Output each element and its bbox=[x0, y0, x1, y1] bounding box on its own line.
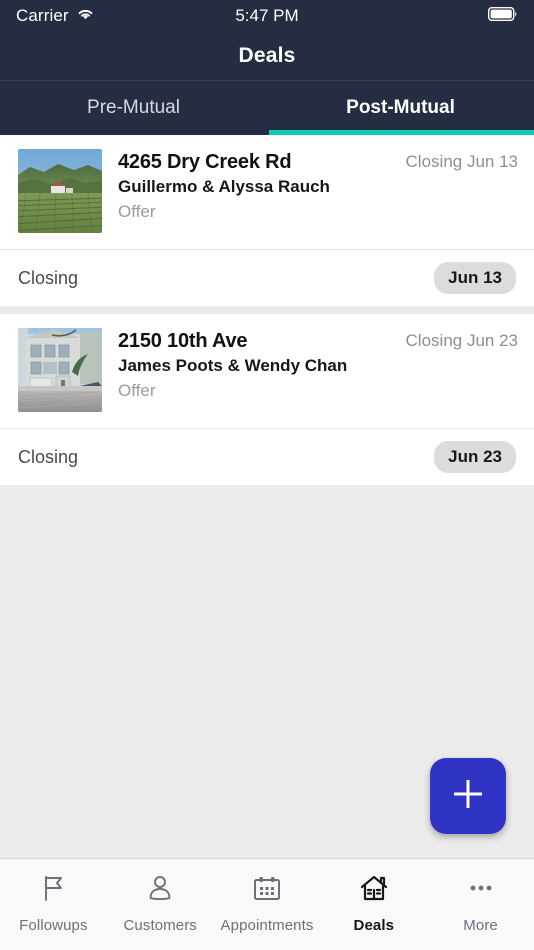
tab-post-mutual-label: Post-Mutual bbox=[346, 97, 455, 118]
closing-date-badge: Jun 13 bbox=[434, 262, 516, 294]
deal-details: 4265 Dry Creek Rd Guillermo & Alyssa Rau… bbox=[102, 149, 396, 224]
status-bar-clock: 5:47 PM bbox=[235, 6, 299, 25]
app-screen: Carrier 5:47 PM Deals Pre-Mutual Post-Mu… bbox=[0, 0, 534, 950]
nav-item-appointments[interactable]: Appointments bbox=[214, 871, 321, 934]
deal-clients: James Poots & Wendy Chan bbox=[118, 356, 348, 375]
deal-closing-summary: Closing Jun 13 bbox=[405, 152, 518, 171]
deal-clients: Guillermo & Alyssa Rauch bbox=[118, 177, 330, 196]
status-bar-left: Carrier bbox=[16, 6, 235, 26]
closing-label: Closing bbox=[18, 446, 79, 467]
deal-stage-tabs: Pre-Mutual Post-Mutual bbox=[0, 81, 534, 135]
deal-details: 2150 10th Ave James Poots & Wendy Chan O… bbox=[102, 328, 396, 403]
property-thumbnail bbox=[18, 328, 102, 412]
status-bar-right bbox=[299, 6, 518, 26]
status-bar: Carrier 5:47 PM bbox=[0, 0, 534, 32]
nav-item-customers[interactable]: Customers bbox=[107, 871, 214, 934]
calendar-icon bbox=[252, 871, 282, 905]
deals-list[interactable]: 4265 Dry Creek Rd Guillermo & Alyssa Rau… bbox=[0, 135, 534, 858]
tab-post-mutual[interactable]: Post-Mutual bbox=[267, 81, 534, 135]
page-title: Deals bbox=[238, 44, 296, 67]
add-deal-button[interactable] bbox=[430, 758, 506, 834]
street-view-house-photo bbox=[18, 328, 102, 412]
nav-label-customers: Customers bbox=[123, 917, 197, 934]
battery-full-icon bbox=[487, 6, 518, 26]
tab-pre-mutual-label: Pre-Mutual bbox=[87, 97, 180, 118]
nav-label-followups: Followups bbox=[19, 917, 88, 934]
deal-address: 4265 Dry Creek Rd bbox=[118, 151, 292, 173]
deal-row[interactable]: 4265 Dry Creek Rd Guillermo & Alyssa Rau… bbox=[0, 135, 534, 249]
flag-icon bbox=[38, 871, 68, 905]
deal-card: 2150 10th Ave James Poots & Wendy Chan O… bbox=[0, 314, 534, 485]
navigation-bar: Deals bbox=[0, 32, 534, 81]
nav-item-deals[interactable]: Deals bbox=[320, 871, 427, 934]
tab-pre-mutual[interactable]: Pre-Mutual bbox=[0, 81, 267, 135]
nav-label-appointments: Appointments bbox=[220, 917, 314, 934]
nav-label-more: More bbox=[463, 917, 498, 934]
deal-card: 4265 Dry Creek Rd Guillermo & Alyssa Rau… bbox=[0, 135, 534, 306]
bottom-navigation-bar: Followups Customers Appointments Deals M… bbox=[0, 858, 534, 950]
deal-closing-summary: Closing Jun 23 bbox=[405, 331, 518, 350]
deal-row[interactable]: 2150 10th Ave James Poots & Wendy Chan O… bbox=[0, 314, 534, 428]
carrier-label: Carrier bbox=[16, 6, 69, 25]
wifi-icon bbox=[76, 7, 95, 26]
deal-stage: Offer bbox=[118, 202, 156, 221]
deal-stage: Offer bbox=[118, 381, 156, 400]
nav-label-deals: Deals bbox=[353, 917, 395, 934]
closing-row[interactable]: Closing Jun 23 bbox=[0, 428, 534, 485]
closing-row[interactable]: Closing Jun 13 bbox=[0, 249, 534, 306]
ellipsis-icon bbox=[466, 871, 496, 905]
nav-item-followups[interactable]: Followups bbox=[0, 871, 107, 934]
plus-icon bbox=[448, 774, 488, 819]
aerial-vineyard-photo bbox=[18, 149, 102, 233]
closing-date-badge: Jun 23 bbox=[434, 441, 516, 473]
property-thumbnail bbox=[18, 149, 102, 233]
deal-address: 2150 10th Ave bbox=[118, 330, 248, 352]
closing-label: Closing bbox=[18, 267, 79, 288]
house-icon bbox=[359, 871, 389, 905]
person-icon bbox=[145, 871, 175, 905]
nav-item-more[interactable]: More bbox=[427, 871, 534, 934]
